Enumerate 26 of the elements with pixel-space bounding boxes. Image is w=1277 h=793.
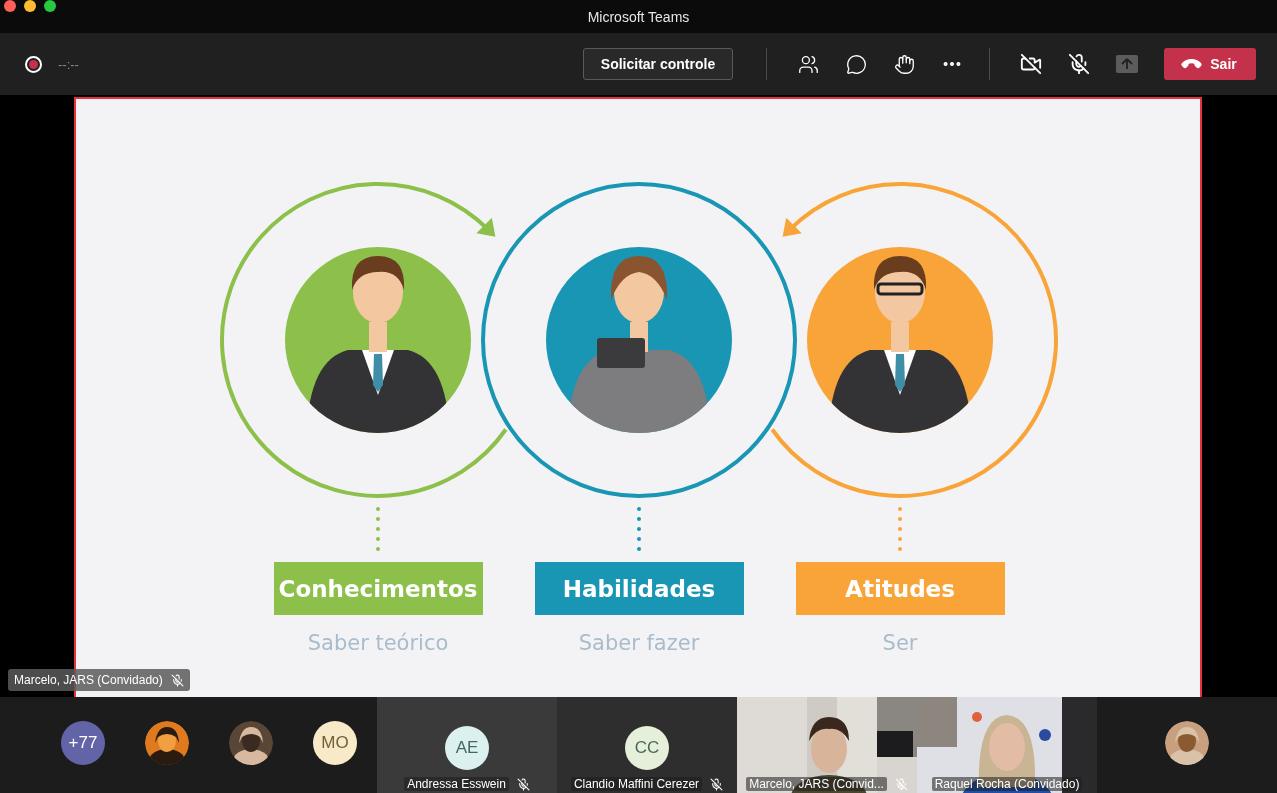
competency-subtitle: Saber fazer: [578, 631, 699, 655]
participant-avatar: AE: [445, 726, 489, 770]
more-participants-badge[interactable]: +77: [61, 721, 105, 765]
participant-name: Clandio Maffini Cerezer: [570, 777, 703, 791]
leave-button[interactable]: Sair: [1164, 48, 1256, 80]
meeting-timer: --:--: [58, 56, 79, 72]
participant-avatar: CC: [625, 726, 669, 770]
participant-name: Marcelo, JARS (Convid...: [746, 777, 887, 791]
presenter-name: Marcelo, JARS (Convidado): [14, 673, 163, 687]
competency-subtitle: Ser: [882, 631, 917, 655]
competency-title: Atitudes: [844, 576, 955, 602]
request-control-button[interactable]: Solicitar controle: [583, 48, 733, 80]
participant-avatar: MO: [313, 721, 357, 765]
competency-title: Habilidades: [562, 576, 715, 602]
minimize-window-button[interactable]: [24, 0, 36, 12]
participant-name: Andressa Esswein: [404, 777, 509, 791]
dotted-line: [897, 507, 902, 551]
maximize-window-button[interactable]: [44, 0, 56, 12]
dotted-line: [636, 507, 641, 551]
competency-title: Conhecimentos: [278, 576, 477, 602]
recording-icon: [25, 55, 42, 73]
dotted-line: [375, 507, 380, 551]
close-window-button[interactable]: [4, 0, 16, 12]
competency-subtitle: Saber teórico: [307, 631, 448, 655]
participant-name: Raquel Rocha (Convidado): [931, 777, 1083, 791]
window-title: Microsoft Teams: [587, 8, 690, 25]
